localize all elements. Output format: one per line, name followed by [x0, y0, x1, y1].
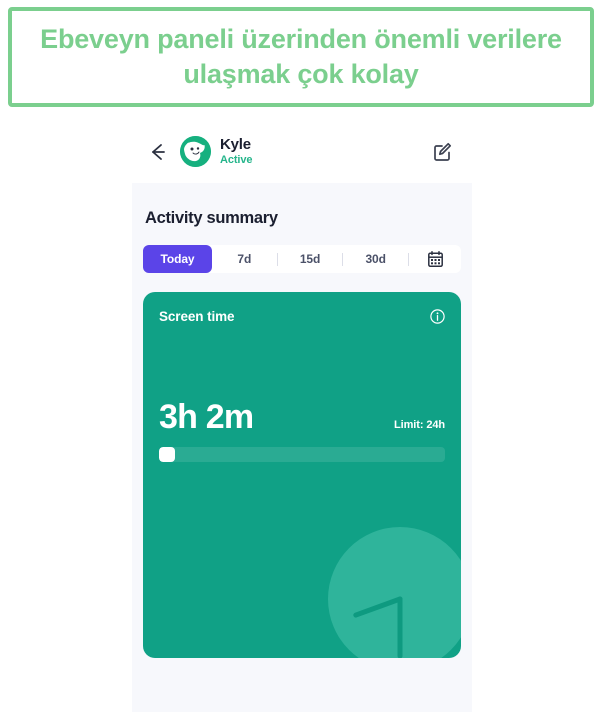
- headline-banner: Ebeveyn paneli üzerinden önemli verilere…: [8, 7, 594, 107]
- progress-fill: [159, 447, 175, 462]
- screen-time-progress: [159, 447, 445, 462]
- info-circle-glyph: [430, 309, 445, 324]
- info-circle-icon[interactable]: [430, 309, 445, 324]
- range-selector: Today 7d 15d 30d: [143, 245, 461, 273]
- headline-text: Ebeveyn paneli üzerinden önemli verilere…: [40, 24, 562, 89]
- back-arrow-glyph: [152, 143, 165, 160]
- screen-time-limit: Limit: 24h: [394, 419, 445, 431]
- calendar-glyph: [427, 251, 443, 267]
- clock-icon: [328, 527, 461, 658]
- phone-screen: Kyle Active Activity summary Today 7d 15…: [132, 120, 472, 712]
- range-option-15d[interactable]: 15d: [278, 245, 343, 273]
- card-title: Screen time: [159, 309, 235, 324]
- app-header: Kyle Active: [132, 120, 472, 183]
- child-status: Active: [220, 154, 253, 166]
- screen-time-value: 3h 2m: [159, 398, 254, 436]
- range-option-7d[interactable]: 7d: [212, 245, 277, 273]
- calendar-icon[interactable]: [409, 251, 461, 267]
- app-body: Activity summary Today 7d 15d 30d Screen…: [132, 183, 472, 712]
- page-title: Activity summary: [145, 209, 278, 227]
- edit-pencil-icon[interactable]: [430, 140, 454, 164]
- edit-pencil-glyph: [433, 142, 451, 161]
- avatar[interactable]: [180, 136, 211, 167]
- range-option-30d[interactable]: 30d: [343, 245, 408, 273]
- card-header: Screen time: [143, 292, 461, 324]
- cat-avatar-icon: [180, 136, 211, 167]
- back-arrow-icon[interactable]: [146, 140, 170, 164]
- screenshot-root: Ebeveyn paneli üzerinden önemli verilere…: [0, 0, 602, 712]
- screen-time-card[interactable]: Screen time 3h 2m Limit: 24h: [143, 292, 461, 658]
- child-name: Kyle: [220, 136, 251, 153]
- child-identity: Kyle Active: [220, 136, 253, 166]
- metric-row: 3h 2m Limit: 24h: [143, 400, 461, 434]
- range-option-today[interactable]: Today: [143, 245, 212, 273]
